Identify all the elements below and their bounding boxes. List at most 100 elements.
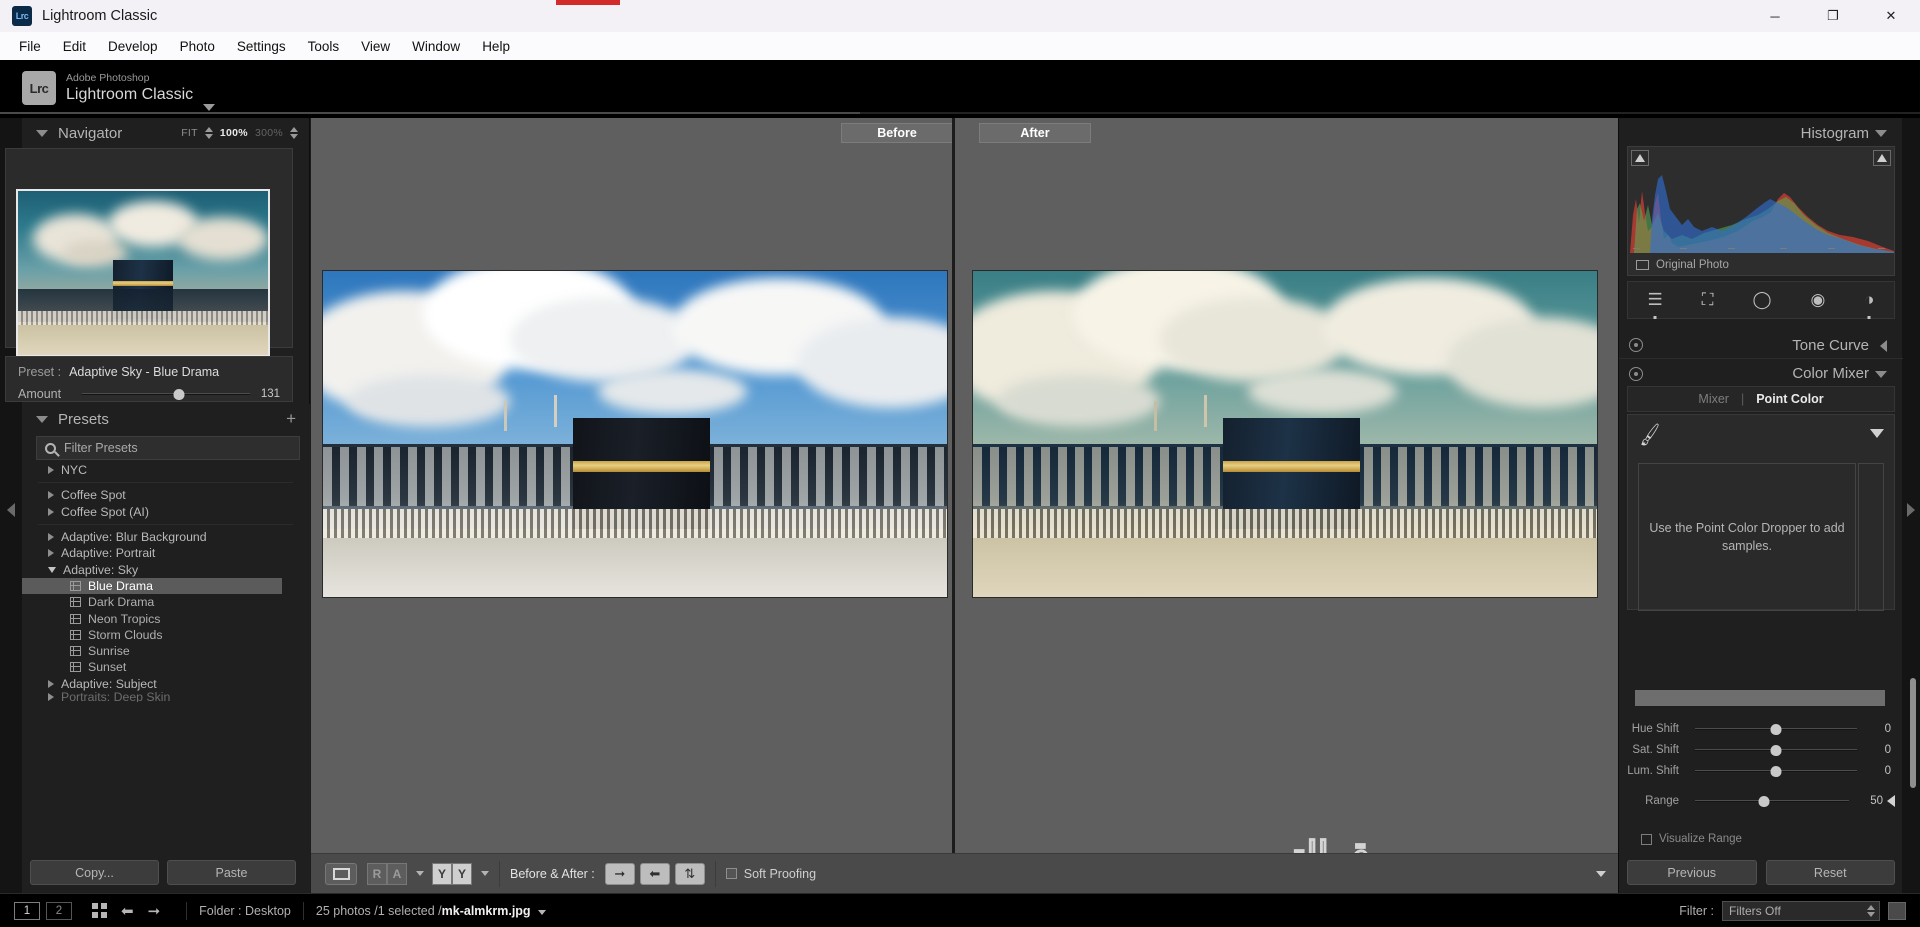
- preset-group-portraits-deep-skin[interactable]: Portraits: Deep Skin: [36, 692, 306, 702]
- before-pane-button[interactable]: Y: [432, 862, 452, 885]
- reference-view-chevron-down-icon[interactable]: [416, 871, 424, 876]
- chevron-right-icon[interactable]: [48, 533, 54, 542]
- range-knob[interactable]: [1758, 795, 1770, 807]
- swap-before-after-icon[interactable]: ⇅: [674, 862, 705, 885]
- hue-shift-knob[interactable]: [1770, 723, 1782, 735]
- filter-presets-input[interactable]: Filter Presets: [36, 436, 300, 460]
- visualize-range-checkbox[interactable]: [1641, 833, 1652, 845]
- active-button[interactable]: A: [387, 862, 407, 885]
- color-mixer-disclosure-icon[interactable]: [1875, 371, 1887, 378]
- histogram-chart[interactable]: Original Photo: [1627, 146, 1895, 276]
- menu-view[interactable]: View: [350, 36, 401, 57]
- highlight-clipping-icon[interactable]: [1873, 150, 1891, 166]
- navigator-header[interactable]: Navigator FIT 100% 300%: [22, 118, 310, 148]
- presets-disclosure-icon[interactable]: [36, 415, 48, 423]
- before-photo[interactable]: [322, 270, 948, 598]
- histogram-header[interactable]: Histogram: [1619, 118, 1903, 148]
- tone-curve-visibility-icon[interactable]: [1629, 338, 1643, 352]
- grid-view-icon[interactable]: [92, 903, 107, 918]
- arrow-forward-icon[interactable]: ➞: [148, 902, 161, 920]
- preset-item-neon-tropics[interactable]: Neon Tropics: [36, 610, 306, 626]
- screen-1-button[interactable]: 1: [14, 901, 40, 920]
- tone-curve-disclosure-icon[interactable]: [1880, 340, 1887, 352]
- amount-slider-knob[interactable]: [173, 389, 185, 400]
- screen-2-button[interactable]: 2: [46, 901, 72, 920]
- identity-chevron-down-icon[interactable]: [203, 104, 215, 111]
- sat-shift-track[interactable]: [1695, 744, 1857, 756]
- color-mixer-header[interactable]: Color Mixer: [1619, 358, 1903, 388]
- navigator-fit-label[interactable]: FIT: [181, 127, 198, 139]
- navigator-fit-stepper-icon[interactable]: [204, 127, 213, 139]
- menu-help[interactable]: Help: [471, 36, 521, 57]
- reset-button[interactable]: Reset: [1765, 860, 1895, 885]
- point-color-samples-area[interactable]: Use the Point Color Dropper to add sampl…: [1638, 463, 1856, 611]
- preset-group-adaptive-portrait[interactable]: Adaptive: Portrait: [36, 545, 306, 561]
- arrow-right-icon[interactable]: ➞: [604, 862, 635, 885]
- navigator-zoom-100[interactable]: 100%: [220, 127, 248, 139]
- lum-shift-slider[interactable]: Lum. Shift 0: [1627, 760, 1895, 781]
- preset-item-dark-drama[interactable]: Dark Drama: [36, 594, 306, 610]
- filename-chevron-down-icon[interactable]: [537, 909, 546, 915]
- visualize-range-toggle[interactable]: Visualize Range: [1641, 833, 1742, 845]
- soft-proofing-toggle[interactable]: Soft Proofing: [725, 867, 816, 881]
- eyedropper-icon[interactable]: 🖌: [1636, 421, 1666, 451]
- lum-shift-track[interactable]: [1695, 765, 1857, 777]
- add-preset-icon[interactable]: +: [286, 409, 296, 429]
- chevron-right-icon[interactable]: [48, 549, 54, 558]
- sat-shift-slider[interactable]: Sat. Shift 0: [1627, 739, 1895, 760]
- navigator-zoom-stepper-icon[interactable]: [290, 127, 298, 139]
- chevron-right-icon[interactable]: [48, 692, 54, 701]
- after-pane-button[interactable]: Y: [452, 862, 472, 885]
- left-panel-show-arrow-icon[interactable]: [7, 503, 15, 517]
- color-mixer-visibility-icon[interactable]: [1629, 367, 1643, 381]
- chevron-right-icon[interactable]: [48, 679, 54, 688]
- navigator-thumbnail[interactable]: [16, 189, 270, 357]
- hue-shift-slider[interactable]: Hue Shift 0: [1627, 718, 1895, 739]
- preset-group-adaptive-subject[interactable]: Adaptive: Subject: [36, 676, 306, 692]
- soft-proofing-checkbox[interactable]: [725, 868, 737, 879]
- before-after-layout-chevron-down-icon[interactable]: [481, 871, 489, 876]
- after-photo[interactable]: [972, 270, 1598, 598]
- masking-icon[interactable]: ◑: [1864, 290, 1875, 319]
- preset-group-adaptive-sky[interactable]: Adaptive: Sky: [36, 561, 306, 577]
- preset-item-storm-clouds[interactable]: Storm Clouds: [36, 627, 306, 643]
- before-after-layout-toggle[interactable]: Y Y: [432, 862, 472, 885]
- original-photo-checkbox[interactable]: [1636, 260, 1649, 270]
- folder-label[interactable]: Folder : Desktop: [199, 904, 291, 918]
- preset-group-coffee-spot[interactable]: Coffee Spot: [36, 487, 306, 503]
- tab-mixer[interactable]: Mixer: [1698, 392, 1729, 406]
- copy-button[interactable]: Copy...: [30, 860, 159, 885]
- menu-window[interactable]: Window: [401, 36, 471, 57]
- image-canvas[interactable]: Before After: [311, 118, 1618, 919]
- tone-curve-header[interactable]: Tone Curve: [1619, 330, 1903, 360]
- identity-plate-text[interactable]: Adobe Photoshop Lightroom Classic: [66, 72, 193, 105]
- chevron-down-icon[interactable]: [48, 566, 56, 573]
- paste-button[interactable]: Paste: [167, 860, 296, 885]
- minimize-button[interactable]: ─: [1746, 0, 1804, 32]
- preset-item-blue-drama[interactable]: Blue Drama: [22, 577, 282, 595]
- amount-slider-track[interactable]: [82, 389, 250, 400]
- filter-stepper-icon[interactable]: [1867, 904, 1875, 917]
- point-color-preview-strip[interactable]: [1858, 463, 1884, 611]
- right-panel-show-arrow-icon[interactable]: [1907, 503, 1915, 517]
- basic-sliders-icon[interactable]: ☰: [1647, 290, 1663, 319]
- arrow-back-icon[interactable]: ⬅: [121, 902, 134, 920]
- menu-settings[interactable]: Settings: [226, 36, 297, 57]
- menu-edit[interactable]: Edit: [52, 36, 97, 57]
- preset-item-sunset[interactable]: Sunset: [36, 659, 306, 675]
- crop-overlay-icon[interactable]: ⛶: [1702, 290, 1714, 310]
- preset-group-nyc[interactable]: NYC: [36, 462, 306, 478]
- maximize-button[interactable]: ❐: [1804, 0, 1862, 32]
- tab-point-color[interactable]: Point Color: [1756, 392, 1823, 406]
- range-track[interactable]: [1695, 795, 1849, 807]
- shadow-clipping-icon[interactable]: [1631, 150, 1649, 166]
- identity-plate-badge[interactable]: Lrc: [22, 71, 56, 105]
- presets-header[interactable]: Presets +: [22, 404, 310, 434]
- filter-select[interactable]: Filters Off: [1722, 900, 1880, 921]
- preset-item-sunrise[interactable]: Sunrise: [36, 643, 306, 659]
- chevron-right-icon[interactable]: [48, 491, 54, 500]
- close-button[interactable]: ✕: [1862, 0, 1920, 32]
- navigator-disclosure-icon[interactable]: [36, 129, 48, 137]
- right-panel-scrollbar[interactable]: [1910, 678, 1916, 788]
- reference-button[interactable]: R: [367, 862, 387, 885]
